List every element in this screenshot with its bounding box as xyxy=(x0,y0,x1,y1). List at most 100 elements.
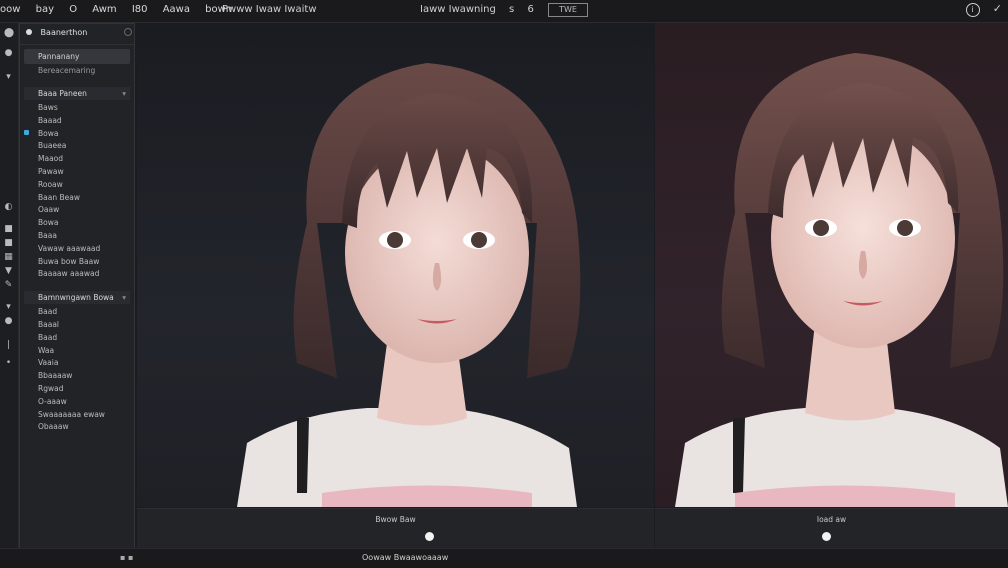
checkmark-icon[interactable]: ✓ xyxy=(993,2,1002,15)
sidebar-item[interactable]: Bowa xyxy=(20,217,134,230)
sidebar-item[interactable]: Rooaw xyxy=(20,179,134,192)
sidebar-item[interactable]: Baws xyxy=(20,102,134,115)
view-mode-suffix: s xyxy=(509,4,515,15)
sidebar-item[interactable]: Maaod xyxy=(20,153,134,166)
select-tool-icon[interactable]: ▾ xyxy=(4,73,13,82)
refresh-icon[interactable]: 6 xyxy=(527,4,533,15)
chevron-down-icon[interactable]: ▾ xyxy=(122,89,126,98)
menu-item-5[interactable]: Aawa xyxy=(163,4,190,15)
menu-item-3[interactable]: Awm xyxy=(92,4,116,15)
sidebar-item-label: Swaaaaaaa ewaw xyxy=(38,409,105,419)
sidebar-item[interactable]: Baan Beaw xyxy=(20,192,134,205)
sidebar-item-label: Baan Beaw xyxy=(38,192,80,202)
sidebar-item-label: Oaaw xyxy=(38,205,60,215)
sidebar-item[interactable]: Baad xyxy=(20,332,134,345)
sidebar-item[interactable]: Swaaaaaaa ewaw xyxy=(20,409,134,422)
sidebar-item-label: Baaad xyxy=(38,115,62,125)
top-menu-bar: oow bay O Awm I80 Aawa bown Pwww Iwaw Iw… xyxy=(0,0,1008,23)
sidebar-item-label: Vaaia xyxy=(38,358,59,368)
caption-bar-left: Bwow Baw xyxy=(137,508,654,549)
menu-item-0[interactable]: oow xyxy=(0,4,20,15)
sidebar-item[interactable]: Vaaia xyxy=(20,357,134,370)
window-controls: i ✓ xyxy=(956,2,1002,17)
sidebar-item-label: Baad xyxy=(38,307,58,317)
sidebar-item[interactable]: Waa xyxy=(20,345,134,358)
sidebar-header: Baanerthon xyxy=(20,24,134,45)
sidebar-item[interactable]: Oaaw xyxy=(20,204,134,217)
dot-icon[interactable]: ● xyxy=(4,317,13,326)
sidebar-item[interactable]: Vawaw aaawaad xyxy=(20,243,134,256)
sidebar-item[interactable]: Baaal xyxy=(20,319,134,332)
sidebar-item-label: Bbaaaaw xyxy=(38,371,73,381)
sidebar-item[interactable]: Buwa bow Baaw xyxy=(20,256,134,269)
folder-icon[interactable]: ■ xyxy=(4,225,13,234)
grid-icon[interactable]: ▦ xyxy=(4,253,13,262)
view-mode-label[interactable]: Iaww Iwawning s 6 xyxy=(420,4,534,15)
sidebar-item-label: Pawaw xyxy=(38,166,64,176)
sidebar-item[interactable]: O-aaaw xyxy=(20,396,134,409)
sidebar-item[interactable]: Bowa xyxy=(20,128,134,141)
chevron-down-icon[interactable]: ▾ xyxy=(122,293,126,302)
sidebar-item-label: Obaaaw xyxy=(38,422,69,432)
sidebar-section-1-label: Baaa Paneen xyxy=(38,89,87,98)
sidebar-item-label: Baaaaw aaawad xyxy=(38,269,100,279)
panel-icon xyxy=(26,29,32,35)
sidebar-item-label: Baaal xyxy=(38,319,60,329)
sidebar-item-label: Waa xyxy=(38,345,55,355)
sidebar-section-2[interactable]: Bamnwngawn Bowa ▾ xyxy=(24,291,130,305)
sidebar-item-label: Baaa xyxy=(38,230,57,240)
caption-right: Ioad aw xyxy=(816,515,847,524)
status-text: Oowaw Bwaawoaaaw xyxy=(362,553,449,562)
small-dot-icon[interactable]: • xyxy=(4,359,13,368)
menu-item-4[interactable]: I80 xyxy=(132,4,148,15)
sidebar-item-label: Vawaw aaawaad xyxy=(38,243,101,253)
sidebar-section-1[interactable]: Baaa Paneen ▾ xyxy=(24,87,130,100)
move-tool-icon[interactable]: ● xyxy=(4,49,13,58)
document-title: Pwww Iwaw Iwaitw xyxy=(222,4,317,15)
view-mode-text: Iaww Iwawning xyxy=(420,4,496,15)
portrait-image-right xyxy=(675,53,1008,507)
tool-strip: ⬤ ● ▾ ◐ ■ ■ ▦ ▼ ✎ ▾ ● | • xyxy=(0,23,19,553)
image-viewer-left[interactable] xyxy=(137,23,654,507)
sidebar-item[interactable]: Buaeea xyxy=(20,140,134,153)
selection-dot-left[interactable] xyxy=(425,532,434,541)
crop-tool-icon[interactable]: ◐ xyxy=(4,203,13,212)
filter-icon[interactable]: ▼ xyxy=(4,267,13,276)
sidebar-tab[interactable]: Pannanany xyxy=(24,49,130,64)
sidebar-list-1: Baws Baaad Bowa Buaeea Maaod Pawaw Rooaw Baan B… xyxy=(20,102,134,281)
sidebar-item[interactable]: Bbaaaaw xyxy=(20,370,134,383)
panel-settings-icon[interactable] xyxy=(124,28,132,36)
status-marks: ▪ ▪ xyxy=(120,553,134,562)
portrait-image-left xyxy=(237,63,581,507)
sidebar-item[interactable]: Pawaw xyxy=(20,166,134,179)
menu-item-1[interactable]: bay xyxy=(36,4,54,15)
sidebar-section-2-label: Bamnwngawn Bowa xyxy=(38,293,114,303)
layer-icon[interactable]: ■ xyxy=(4,239,13,248)
selection-dot-right[interactable] xyxy=(822,532,831,541)
dropdown-icon[interactable]: ▾ xyxy=(4,303,13,312)
sidebar-list-2: Baad Baaal Baad Waa Vaaia Bbaaaaw Rgwad O-aaaw S… xyxy=(20,306,134,434)
sidebar-item-label: Rooaw xyxy=(38,179,63,189)
sidebar-item-label: Rgwad xyxy=(38,383,64,393)
sidebar-item[interactable]: Baad xyxy=(20,306,134,319)
sidebar-item[interactable]: Baaa xyxy=(20,230,134,243)
sidebar-item[interactable]: Obaaaw xyxy=(20,421,134,434)
sidebar-subtitle: Bereacemaring xyxy=(38,66,96,75)
zoom-box[interactable]: TWE xyxy=(548,3,588,17)
info-icon[interactable]: i xyxy=(965,3,980,17)
sidebar-item-label: Baad xyxy=(38,332,58,342)
sidebar-item-label: Buaeea xyxy=(38,141,67,151)
image-viewer-right[interactable] xyxy=(655,23,1008,507)
sidebar-item[interactable]: Baaad xyxy=(20,115,134,128)
sidebar-item-label: Maaod xyxy=(38,154,64,164)
caption-bar-right: Ioad aw xyxy=(655,508,1008,549)
menu-item-2[interactable]: O xyxy=(69,4,77,15)
brush-tool-icon[interactable]: ⬤ xyxy=(4,29,14,38)
status-bar: ▪ ▪ Oowaw Bwaawoaaaw xyxy=(0,548,1008,568)
active-marker-icon xyxy=(24,129,29,135)
sidebar-item[interactable]: Baaaaw aaawad xyxy=(20,268,134,281)
sidebar-item-label: O-aaaw xyxy=(38,396,67,406)
sidebar-item-label: Buwa bow Baaw xyxy=(38,256,100,266)
pen-icon[interactable]: ✎ xyxy=(4,281,13,290)
sidebar-item[interactable]: Rgwad xyxy=(20,383,134,396)
